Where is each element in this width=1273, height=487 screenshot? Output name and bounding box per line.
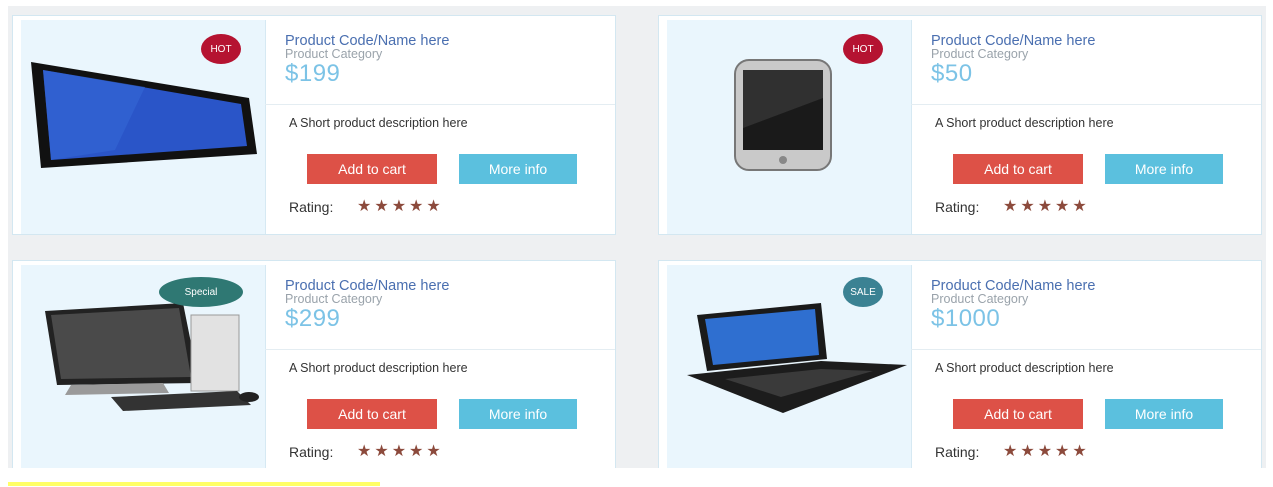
add-to-cart-button[interactable]: Add to cart [953, 399, 1083, 429]
smartphone-image [734, 59, 832, 171]
product-price: $50 [931, 60, 973, 87]
add-to-cart-button[interactable]: Add to cart [307, 399, 437, 429]
rating-label: Rating: [289, 199, 334, 215]
product-category: Product Category [931, 47, 1029, 61]
star-rating: ★★★★★ [357, 198, 444, 215]
badge-sale: SALE [843, 277, 883, 307]
badge-special: Special [159, 277, 243, 307]
add-to-cart-button[interactable]: Add to cart [307, 154, 437, 184]
product-price: $199 [285, 60, 341, 87]
product-image-area[interactable]: SALE [667, 265, 912, 468]
laptop-image [687, 303, 907, 413]
product-info: Product Code/Name here Product Category … [265, 16, 615, 234]
product-category: Product Category [285, 47, 383, 61]
divider [911, 349, 1261, 350]
product-image-area[interactable]: HOT [21, 20, 266, 234]
more-info-button[interactable]: More info [1105, 154, 1223, 184]
product-price: $299 [285, 305, 341, 332]
divider [911, 104, 1261, 105]
product-card: HOT Product Code/Name here Product Categ… [12, 15, 616, 235]
badge-hot: HOT [843, 34, 883, 64]
product-info: Product Code/Name here Product Category … [265, 261, 615, 468]
star-rating: ★★★★★ [357, 443, 444, 460]
product-description: A Short product description here [289, 361, 468, 375]
divider [265, 349, 615, 350]
rating-label: Rating: [935, 199, 980, 215]
more-info-button[interactable]: More info [1105, 399, 1223, 429]
product-card: SALE Product Code/Name here Product Cate… [658, 260, 1262, 468]
badge-hot: HOT [201, 34, 241, 64]
star-rating: ★★★★★ [1003, 443, 1090, 460]
more-info-button[interactable]: More info [459, 399, 577, 429]
product-card: HOT Product Code/Name here Product Categ… [658, 15, 1262, 235]
product-description: A Short product description here [935, 116, 1114, 130]
product-info: Product Code/Name here Product Category … [911, 16, 1261, 234]
product-image-area[interactable]: Special [21, 265, 266, 468]
product-description: A Short product description here [289, 116, 468, 130]
product-category: Product Category [931, 292, 1029, 306]
tablet-image [31, 62, 257, 168]
more-info-button[interactable]: More info [459, 154, 577, 184]
star-rating: ★★★★★ [1003, 198, 1090, 215]
desktop-computer-image [45, 303, 259, 411]
highlight-bar [8, 482, 380, 486]
product-card: Special Product Code/Name here Product C… [12, 260, 616, 468]
product-image-area[interactable]: HOT [667, 20, 912, 234]
rating-label: Rating: [935, 444, 980, 460]
product-info: Product Code/Name here Product Category … [911, 261, 1261, 468]
product-category: Product Category [285, 292, 383, 306]
product-price: $1000 [931, 305, 1001, 332]
rating-label: Rating: [289, 444, 334, 460]
divider [265, 104, 615, 105]
product-description: A Short product description here [935, 361, 1114, 375]
add-to-cart-button[interactable]: Add to cart [953, 154, 1083, 184]
